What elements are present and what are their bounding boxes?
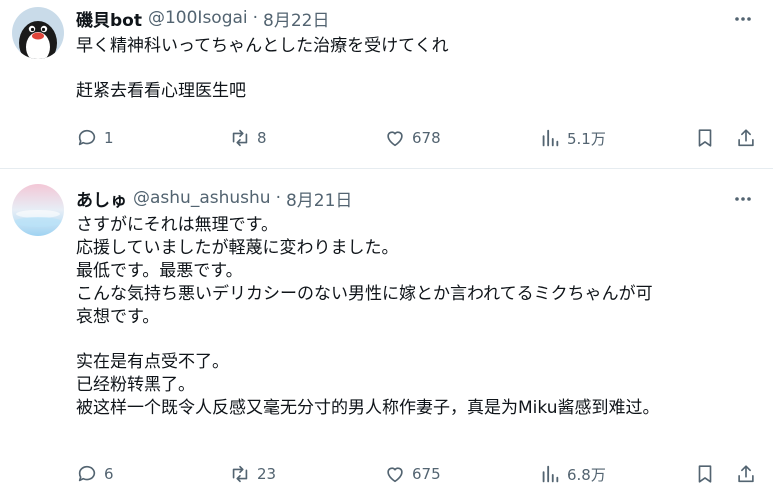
share-button[interactable] [735,124,757,152]
tweet-paragraph: 早く精神科いってちゃんとした治療を受けてくれ [76,35,753,58]
bookmark-button[interactable] [694,460,716,488]
bookmark-icon [698,465,712,483]
tweet-header: 磯貝bot @100Isogai · 8月22日 [76,6,330,31]
reply-count: 1 [104,129,114,147]
bookmark-icon [698,129,712,147]
tweet-date[interactable]: 8月22日 [263,6,329,31]
like-count: 675 [412,465,441,483]
author-handle[interactable]: @ashu_ashushu [133,188,271,208]
retweet-icon [232,465,248,483]
tweet-actions: 1 8 678 5.1万 [76,124,756,152]
tweet-line: さすがにそれは無理です。 [76,215,278,235]
author-name[interactable]: 磯貝bot [76,6,142,31]
tweet-text: 早く精神科いってちゃんとした治療を受けてくれ 赶紧去看看心理医生吧 [76,35,753,125]
tweet[interactable]: あしゅ @ashu_ashushu · 8月21日 さすがにそれは無理です。 応… [0,170,773,502]
tweet-actions: 6 23 675 6.8万 [76,460,756,488]
more-horizontal-icon [735,197,751,201]
reply-icon [78,465,96,482]
tweet-line: 応援していましたが軽蔑に変わりました。 [76,238,399,258]
like-count: 678 [412,129,441,147]
tweet-line: 实在是有点受不了。 [76,352,229,372]
share-icon [738,465,754,483]
view-count: 5.1万 [567,129,606,148]
reply-icon [78,129,96,146]
tweet-line: 已经粉转黑了。 [76,375,195,395]
tweet-header: あしゅ @ashu_ashushu · 8月21日 [76,186,352,211]
heart-icon [387,131,403,147]
tweet-date[interactable]: 8月21日 [286,186,352,211]
view-count: 6.8万 [567,465,606,484]
share-button[interactable] [735,460,757,488]
tweet-paragraph: さすがにそれは無理です。 応援していましたが軽蔑に変わりました。 最低です。最悪… [76,214,753,329]
retweet-icon [232,129,248,147]
like-button[interactable]: 678 [384,124,441,152]
separator-dot: · [275,188,281,208]
views-chart-icon [542,129,559,147]
penguin-avatar-icon [12,7,64,59]
author-handle[interactable]: @100Isogai [148,8,248,28]
heart-icon [387,467,403,483]
author-name[interactable]: あしゅ [76,186,127,211]
tweet-paragraph: 实在是有点受不了。 已经粉转黑了。 被这样一个既令人反感又毫无分寸的男人称作妻子… [76,351,753,420]
tweet-divider [0,168,773,169]
tweet-paragraph: 赶紧去看看心理医生吧 [76,80,753,103]
separator-dot: · [252,8,259,28]
views-button[interactable]: 6.8万 [539,460,606,488]
gradient-avatar-icon [12,184,64,236]
reply-button[interactable]: 6 [76,460,114,488]
tweet-line: 赶紧去看看心理医生吧 [76,81,246,101]
retweet-button[interactable]: 23 [229,460,276,488]
retweet-count: 23 [257,465,277,483]
reply-button[interactable]: 1 [76,124,114,152]
tweet-line: 哀想です。 [76,307,160,327]
avatar[interactable] [12,184,64,236]
views-button[interactable]: 5.1万 [539,124,606,152]
retweet-count: 8 [257,129,267,147]
tweet-line: 最低です。最悪です。 [76,261,243,281]
tweet-line: 早く精神科いってちゃんとした治療を受けてくれ [76,36,449,56]
bookmark-button[interactable] [694,124,716,152]
more-button[interactable] [731,187,755,211]
tweet-text: さすがにそれは無理です。 応援していましたが軽蔑に変わりました。 最低です。最悪… [76,214,753,442]
like-button[interactable]: 675 [384,460,441,488]
views-chart-icon [542,465,559,483]
tweet-line: 被这样一个既令人反感又毫无分寸的男人称作妻子，真是为Miku酱感到难过。 [76,398,660,418]
reply-count: 6 [104,465,114,483]
more-button[interactable] [731,7,755,31]
avatar[interactable] [12,7,64,59]
share-icon [738,129,754,147]
tweet[interactable]: 磯貝bot @100Isogai · 8月22日 早く精神科いってちゃんとした治… [0,0,773,168]
more-horizontal-icon [735,17,751,21]
tweet-line: こんな気持ち悪いデリカシーのない男性に嫁とか言われてるミクちゃんが可 [76,284,653,304]
retweet-button[interactable]: 8 [229,124,267,152]
